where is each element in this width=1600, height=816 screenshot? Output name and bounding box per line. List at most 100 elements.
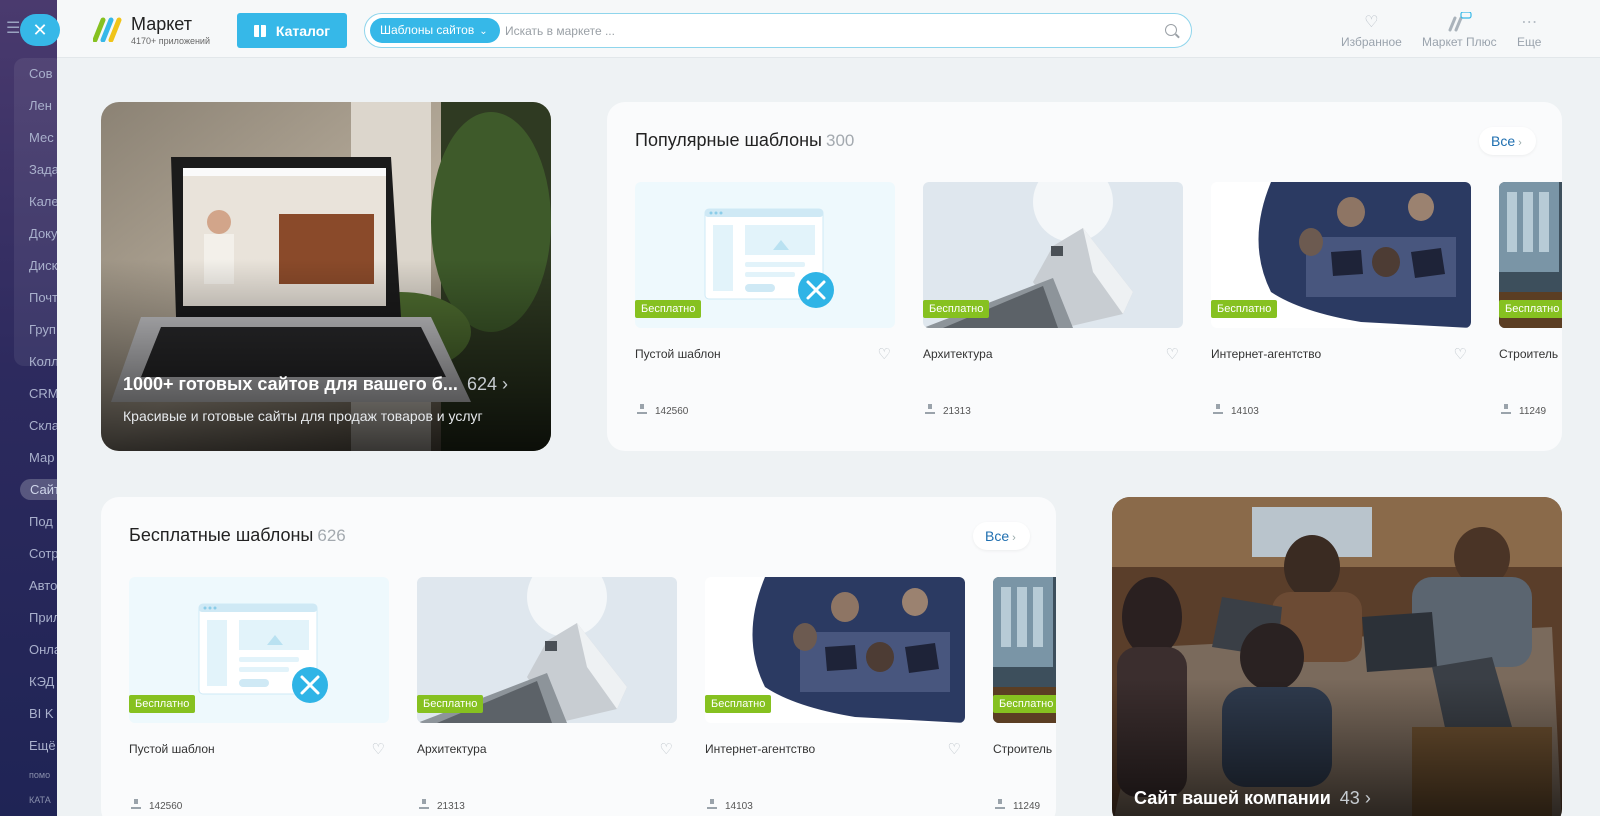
market-plus-icon xyxy=(1422,11,1497,32)
heart-icon[interactable]: ♡ xyxy=(660,740,673,758)
heart-icon[interactable]: ♡ xyxy=(1166,345,1179,363)
template-name[interactable]: Пустой шаблон xyxy=(635,347,721,361)
sidebar-item[interactable]: Мар xyxy=(29,450,54,465)
promo-ready-sites-title[interactable]: 1000+ готовых сайтов для вашего б... 624… xyxy=(123,374,508,395)
sidebar-footer-help[interactable]: помо xyxy=(29,770,50,780)
sidebar-item[interactable]: Онла xyxy=(29,642,57,657)
download-icon xyxy=(419,799,429,809)
laptop-photo xyxy=(101,102,551,451)
popular-template-card[interactable]: Бесплатно Пустой шаблон ♡ 142560 xyxy=(635,182,895,417)
free-badge: Бесплатно xyxy=(129,695,196,713)
search-bar: Шаблоны сайтов ⌄ xyxy=(364,13,1192,48)
popular-templates-count: 300 xyxy=(826,131,855,150)
popular-template-card[interactable]: БесплатноСтроитель♡11249 xyxy=(1499,182,1562,417)
search-icon[interactable] xyxy=(1165,24,1177,36)
sidebar-footer-catalog[interactable]: КАТА xyxy=(29,795,51,805)
search-scope-dropdown[interactable]: Шаблоны сайтов ⌄ xyxy=(370,18,500,43)
download-icon xyxy=(995,799,1005,809)
free-badge: Бесплатно xyxy=(993,695,1056,713)
sidebar-item[interactable]: CRM xyxy=(29,386,57,401)
promo-ready-sites-title-text: 1000+ готовых сайтов для вашего б... xyxy=(123,374,458,394)
promo-ready-sites-description: Красивые и готовые сайты для продаж това… xyxy=(123,408,483,424)
heart-icon[interactable]: ♡ xyxy=(878,345,891,363)
download-icon xyxy=(1501,404,1511,414)
template-name[interactable]: Интернет-агентство xyxy=(1211,347,1321,361)
template-downloads: 11249 xyxy=(1501,404,1546,417)
free-template-card[interactable]: БесплатноСтроитель♡11249 xyxy=(993,577,1056,812)
download-icon xyxy=(637,404,647,414)
search-input[interactable] xyxy=(505,18,1135,44)
template-downloads: 14103 xyxy=(1213,404,1259,417)
more-icon: ⋯ xyxy=(1521,14,1538,31)
sidebar-item[interactable]: Авто xyxy=(29,578,57,593)
sidebar-item[interactable]: Колл xyxy=(29,354,57,369)
heart-icon[interactable]: ♡ xyxy=(948,740,961,758)
sidebar-item[interactable]: Зада xyxy=(29,162,57,177)
market-plus-label: Маркет Плюс xyxy=(1422,35,1497,49)
chevron-right-icon: › xyxy=(1012,532,1016,544)
favorites-button[interactable]: ♡ Избранное xyxy=(1341,12,1402,49)
market-plus-button[interactable]: Маркет Плюс xyxy=(1422,11,1497,49)
free-badge: Бесплатно xyxy=(417,695,484,713)
heart-icon[interactable]: ♡ xyxy=(1454,345,1467,363)
template-preview[interactable]: Бесплатно xyxy=(1499,182,1562,328)
promo-ready-sites-count: 624 › xyxy=(466,374,508,394)
free-template-card[interactable]: Бесплатно Интернет-агентство ♡ 14103 xyxy=(705,577,965,812)
catalog-label: Каталог xyxy=(275,22,331,39)
popular-template-card[interactable]: Бесплатно Архитектура ♡ 21313 xyxy=(923,182,1183,417)
promo-ready-sites-card[interactable]: 1000+ готовых сайтов для вашего б... 624… xyxy=(101,102,551,451)
market-title[interactable]: Маркет xyxy=(131,14,192,35)
download-icon xyxy=(925,404,935,414)
template-preview[interactable]: Бесплатно xyxy=(923,182,1183,328)
sidebar-item[interactable]: Диск xyxy=(29,258,57,273)
book-icon xyxy=(253,24,266,37)
template-preview[interactable]: Бесплатно xyxy=(993,577,1056,723)
template-name[interactable]: Архитектура xyxy=(923,347,993,361)
template-name[interactable]: Интернет-агентство xyxy=(705,742,815,756)
catalog-button[interactable]: Каталог xyxy=(237,13,347,48)
sidebar-item[interactable]: Под xyxy=(29,514,53,529)
close-button[interactable]: ✕ xyxy=(20,14,60,46)
sidebar-item[interactable]: Скла xyxy=(29,418,57,433)
sidebar-item[interactable]: BI K xyxy=(29,706,54,721)
popular-template-card[interactable]: Бесплатно Интернет-агентство ♡ 14103 xyxy=(1211,182,1471,417)
sidebar-item[interactable]: Прил xyxy=(29,610,57,625)
template-preview[interactable]: Бесплатно xyxy=(417,577,677,723)
sidebar-item[interactable]: Сайт xyxy=(20,479,57,500)
template-name[interactable]: Пустой шаблон xyxy=(129,742,215,756)
sidebar-item[interactable]: Сотр xyxy=(29,546,57,561)
sidebar-item[interactable]: Лен xyxy=(29,98,52,113)
market-header: Маркет 4170+ приложений Каталог Шаблоны … xyxy=(57,0,1600,58)
sidebar-item[interactable]: Сов xyxy=(29,66,53,81)
sidebar-item[interactable]: КЭД xyxy=(29,674,54,689)
chevron-down-icon: ⌄ xyxy=(479,26,488,37)
sidebar-item[interactable]: Доку xyxy=(29,226,57,241)
hamburger-icon[interactable]: ☰ xyxy=(6,18,20,38)
free-template-card[interactable]: Бесплатно Архитектура ♡ 21313 xyxy=(417,577,677,812)
sidebar-item[interactable]: Почт xyxy=(29,290,57,305)
more-button[interactable]: ⋯ Еще xyxy=(1517,12,1541,49)
sidebar-item[interactable]: Мес xyxy=(29,130,54,145)
sidebar-item[interactable]: Груп xyxy=(29,322,56,337)
sidebar-item[interactable]: Кале xyxy=(29,194,57,209)
template-preview[interactable]: Бесплатно xyxy=(1211,182,1471,328)
template-downloads: 142560 xyxy=(637,404,688,417)
template-downloads: 14103 xyxy=(707,799,753,812)
template-name[interactable]: Строитель xyxy=(1499,347,1558,361)
close-icon: ✕ xyxy=(32,20,48,40)
market-logo-icon[interactable] xyxy=(93,16,123,42)
template-preview[interactable]: Бесплатно xyxy=(635,182,895,328)
free-all-button[interactable]: Все › xyxy=(973,522,1030,550)
chevron-right-icon: › xyxy=(1518,137,1522,149)
free-template-card[interactable]: Бесплатно Пустой шаблон ♡ 142560 xyxy=(129,577,389,812)
template-name[interactable]: Строитель xyxy=(993,742,1052,756)
heart-icon[interactable]: ♡ xyxy=(372,740,385,758)
more-label: Еще xyxy=(1517,35,1542,49)
template-preview[interactable]: Бесплатно xyxy=(129,577,389,723)
popular-all-button[interactable]: Все › xyxy=(1479,127,1536,155)
promo-company-site-title[interactable]: Сайт вашей компании 43 › xyxy=(1134,788,1371,809)
template-preview[interactable]: Бесплатно xyxy=(705,577,965,723)
template-name[interactable]: Архитектура xyxy=(417,742,487,756)
sidebar-item[interactable]: Ещё xyxy=(29,738,56,753)
promo-company-site-card[interactable]: Сайт вашей компании 43 › xyxy=(1112,497,1562,816)
